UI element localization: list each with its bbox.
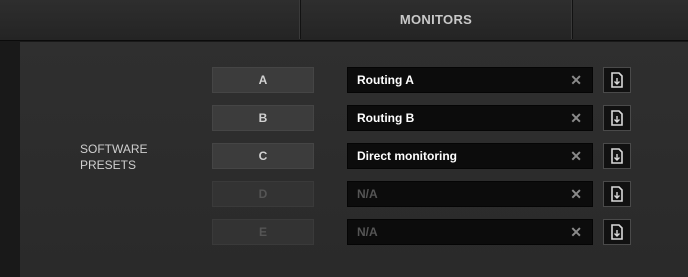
close-icon[interactable]: ✕ <box>570 187 582 201</box>
save-preset-icon <box>611 72 623 88</box>
preset-d-save-button[interactable] <box>603 181 631 207</box>
preset-e-button: E <box>212 219 314 245</box>
save-preset-icon <box>611 224 623 240</box>
preset-c-button[interactable]: C <box>212 143 314 169</box>
tab-left[interactable] <box>0 0 300 39</box>
tab-monitors[interactable]: MONITORS <box>300 0 572 39</box>
preset-b-button[interactable]: B <box>212 105 314 131</box>
close-icon[interactable]: ✕ <box>570 149 582 163</box>
close-icon[interactable]: ✕ <box>570 111 582 125</box>
preset-e-name: N/A <box>357 225 378 239</box>
section-label-line2: PRESETS <box>80 158 137 172</box>
save-preset-icon <box>611 148 623 164</box>
close-icon[interactable]: ✕ <box>570 225 582 239</box>
preset-c-save-button[interactable] <box>603 143 631 169</box>
preset-a-button[interactable]: A <box>212 67 314 93</box>
preset-b-name-field[interactable]: Routing B ✕ <box>347 105 593 131</box>
section-label-line1: SOFTWARE <box>80 142 148 156</box>
software-presets-label: SOFTWARE PRESETS <box>80 141 148 173</box>
preset-b-name: Routing B <box>357 111 415 125</box>
preset-d-button: D <box>212 181 314 207</box>
preset-c-name: Direct monitoring <box>357 149 458 163</box>
tab-right[interactable] <box>572 0 688 39</box>
preset-d-name: N/A <box>357 187 378 201</box>
preset-c-name-field[interactable]: Direct monitoring ✕ <box>347 143 593 169</box>
save-preset-icon <box>611 186 623 202</box>
preset-b-save-button[interactable] <box>603 105 631 131</box>
close-icon[interactable]: ✕ <box>570 73 582 87</box>
save-preset-icon <box>611 110 623 126</box>
preset-a-save-button[interactable] <box>603 67 631 93</box>
preset-e-name-field[interactable]: N/A ✕ <box>347 219 593 245</box>
preset-d-name-field[interactable]: N/A ✕ <box>347 181 593 207</box>
preset-a-name: Routing A <box>357 73 414 87</box>
preset-e-save-button[interactable] <box>603 219 631 245</box>
top-tab-bar: MONITORS <box>0 0 688 41</box>
preset-a-name-field[interactable]: Routing A ✕ <box>347 67 593 93</box>
